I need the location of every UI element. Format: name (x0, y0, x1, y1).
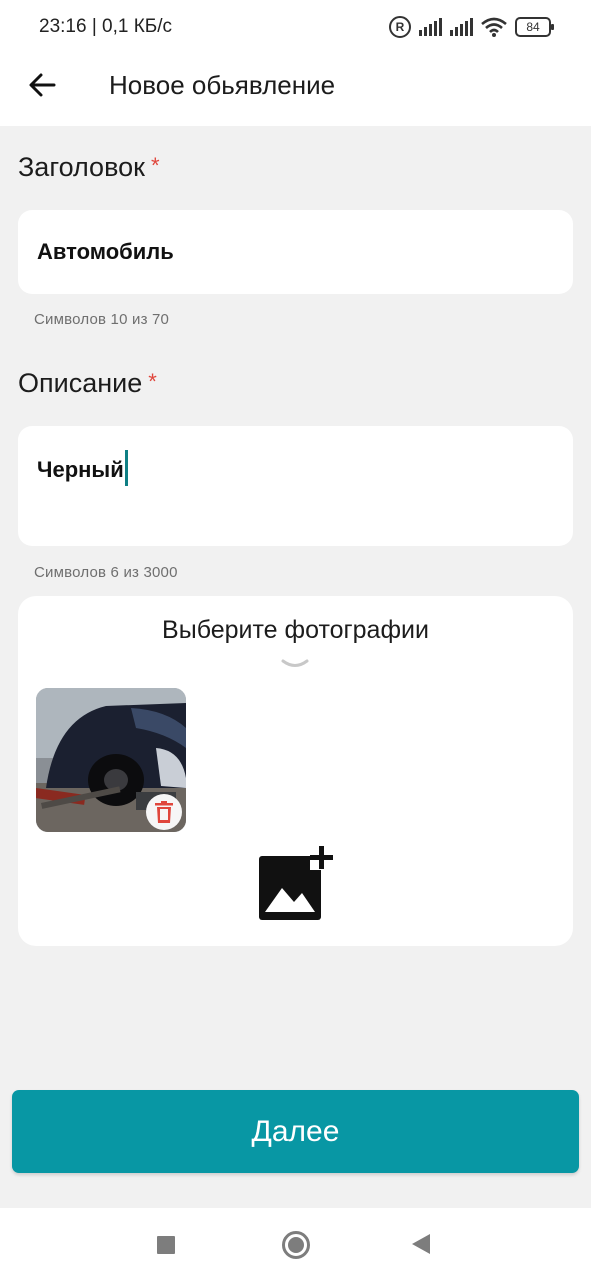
required-mark: * (150, 153, 160, 178)
title-label-text: Заголовок (18, 152, 145, 182)
required-mark: * (148, 369, 157, 394)
back-button[interactable] (26, 68, 60, 102)
chevron-down-icon[interactable] (281, 658, 309, 670)
text-caret (124, 450, 128, 486)
battery-icon: 84 (515, 17, 554, 37)
recents-button[interactable] (157, 1236, 175, 1254)
description-field-label: Описание * (18, 368, 157, 399)
title-input[interactable]: Автомобиль (18, 210, 573, 294)
status-bar: 23:16 | 0,1 КБ/с R 84 (0, 0, 591, 54)
title-input-value: Автомобиль (37, 239, 174, 264)
roaming-icon: R (389, 16, 411, 38)
wifi-icon (481, 17, 507, 37)
add-photo-icon (259, 844, 336, 920)
photo-thumbnail[interactable] (36, 688, 186, 832)
arrow-left-icon (29, 73, 56, 97)
description-input-value: Черный (37, 457, 124, 482)
status-time-speed: 23:16 | 0,1 КБ/с (39, 16, 173, 37)
app-bar: Новое обьявление (0, 54, 591, 126)
signal-icon (450, 18, 473, 36)
description-label-text: Описание (18, 368, 143, 398)
add-photo-button[interactable] (258, 844, 336, 922)
photo-picker-card: Выберите фотографии (18, 596, 573, 946)
title-field-label: Заголовок * (18, 152, 160, 183)
trash-icon (155, 801, 173, 823)
system-back-button[interactable] (412, 1234, 430, 1254)
photo-picker-title: Выберите фотографии (162, 616, 429, 644)
system-nav-bar (0, 1208, 591, 1280)
next-button[interactable]: Далее (12, 1090, 579, 1173)
description-input[interactable]: Черный (18, 426, 573, 546)
description-char-counter: Символов 6 из 3000 (34, 564, 178, 581)
signal-icon (419, 18, 442, 36)
title-char-counter: Символов 10 из 70 (34, 311, 170, 328)
page-title: Новое обьявление (109, 70, 336, 100)
delete-photo-button[interactable] (146, 794, 182, 830)
status-icons: R 84 (389, 14, 554, 40)
home-button[interactable] (282, 1231, 310, 1259)
